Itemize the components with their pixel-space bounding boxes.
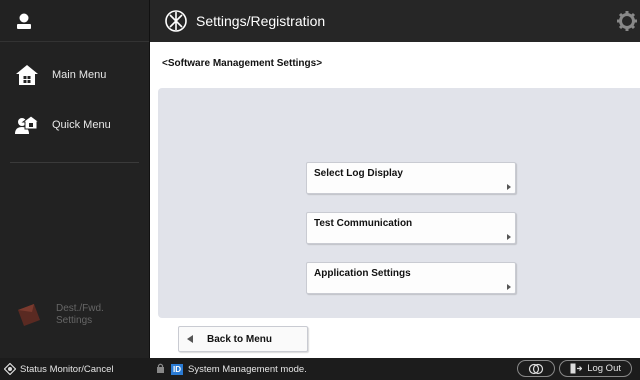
page-title: Settings/Registration [196, 13, 326, 29]
header: Settings/Registration [150, 0, 640, 42]
lock-icon [156, 363, 165, 376]
user-icon[interactable] [14, 12, 34, 30]
status-monitor-button[interactable]: Status Monitor/Cancel [0, 362, 150, 376]
network-status-button[interactable] [517, 360, 556, 377]
button-label: Application Settings [314, 268, 411, 279]
breadcrumb: <Software Management Settings> [162, 58, 323, 69]
sidebar-item-main-menu[interactable]: Main Menu [0, 52, 149, 98]
main-content: <Software Management Settings> Select Lo… [150, 42, 640, 358]
button-label: Test Communication [314, 218, 413, 229]
status-monitor-label: Status Monitor/Cancel [20, 363, 114, 375]
settings-registration-icon [164, 9, 188, 33]
status-actions: Log Out [513, 360, 632, 377]
chevron-right-icon [507, 234, 511, 240]
gear-icon[interactable] [616, 10, 638, 32]
status-monitor-icon [3, 362, 17, 376]
select-log-display-button[interactable]: Select Log Display [306, 162, 516, 194]
button-label: Select Log Display [314, 168, 403, 179]
dest-label-line1: Dest./Fwd. [56, 303, 104, 314]
back-to-menu-button[interactable]: Back to Menu [178, 326, 308, 352]
status-message: System Management mode. [188, 363, 307, 375]
dest-fwd-icon [14, 300, 44, 330]
quick-menu-icon [14, 114, 40, 136]
chevron-right-icon [507, 184, 511, 190]
dest-label-line2: Settings [56, 315, 93, 326]
status-message-area: ID System Management mode. [150, 363, 307, 376]
test-communication-button[interactable]: Test Communication [306, 212, 516, 244]
sidebar-item-dest-fwd: Dest./Fwd. Settings [14, 300, 104, 330]
user-bar [0, 0, 149, 42]
options-panel: Select Log Display Test Communication Ap… [158, 88, 640, 318]
back-label: Back to Menu [207, 333, 273, 345]
id-badge: ID [171, 363, 183, 375]
sidebar: Main Menu Quick Menu Dest./Fwd. Settings [0, 0, 150, 358]
status-bar: Status Monitor/Cancel ID System Manageme… [0, 358, 640, 380]
chevron-right-icon [507, 284, 511, 290]
sidebar-divider [10, 162, 139, 163]
application-settings-button[interactable]: Application Settings [306, 262, 516, 294]
log-out-button[interactable]: Log Out [559, 360, 632, 377]
sidebar-item-label: Quick Menu [52, 119, 111, 131]
log-out-label: Log Out [587, 363, 621, 374]
log-out-icon [570, 363, 583, 374]
back-arrow-icon [187, 335, 193, 343]
network-icon [529, 363, 544, 374]
sidebar-item-quick-menu[interactable]: Quick Menu [0, 102, 149, 148]
home-icon [14, 64, 40, 86]
sidebar-item-label: Main Menu [52, 69, 107, 81]
